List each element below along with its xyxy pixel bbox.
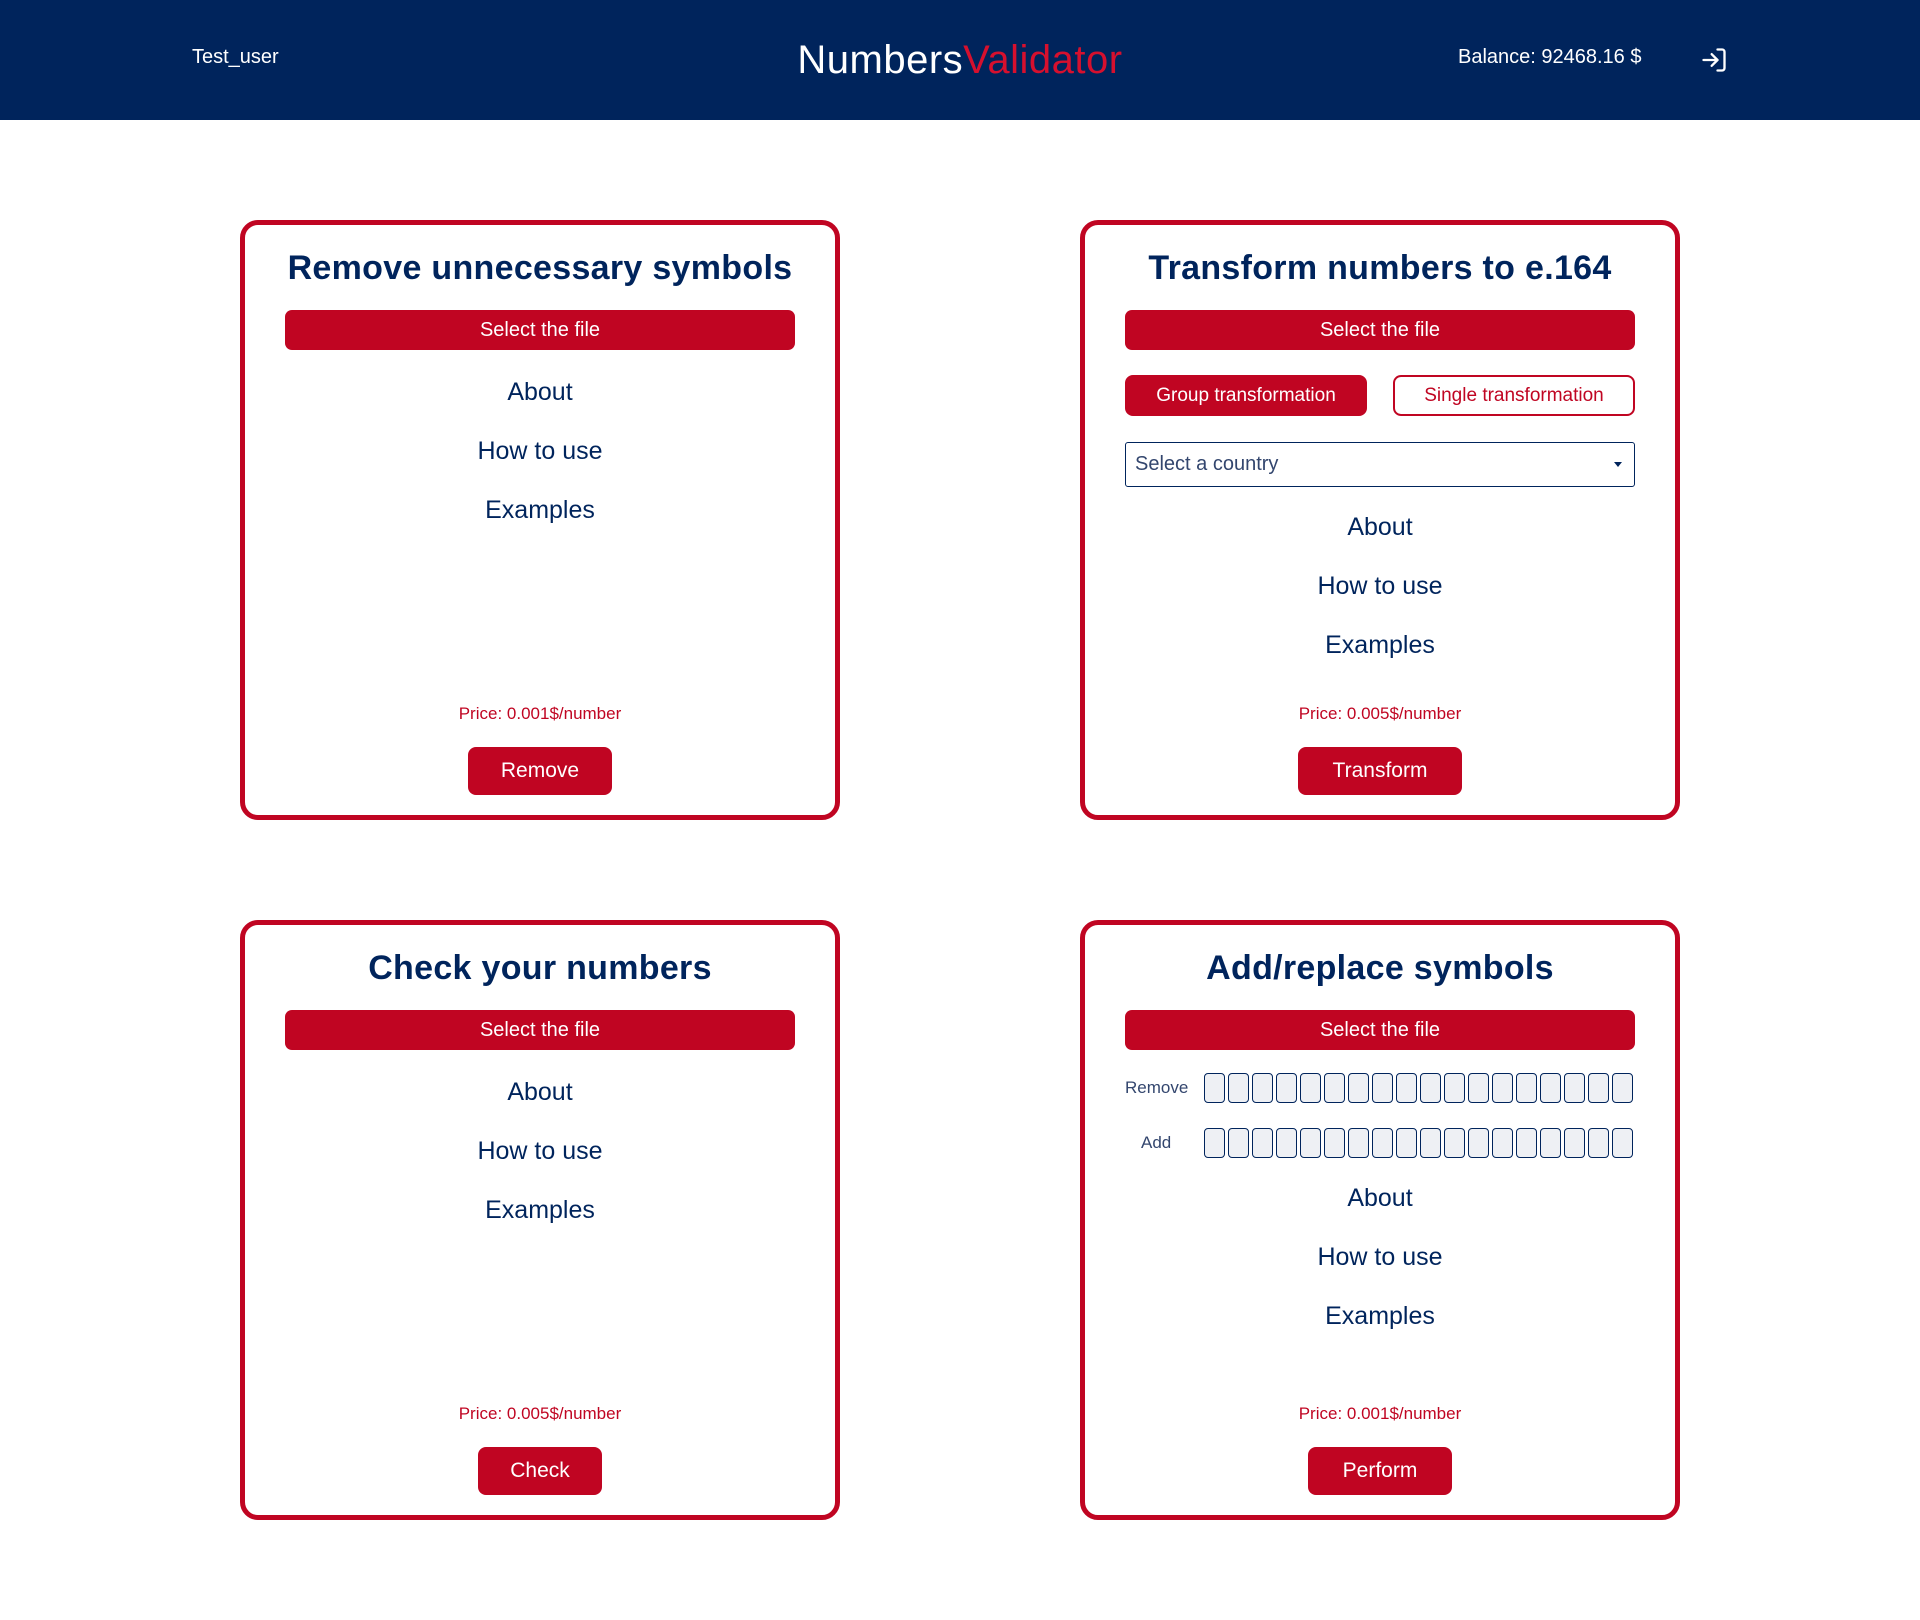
add-symbol-input[interactable] <box>1204 1128 1225 1158</box>
select-file-button[interactable]: Select the file <box>285 310 795 350</box>
remove-symbols-label: Remove <box>1125 1078 1189 1097</box>
remove-symbol-input[interactable] <box>1516 1073 1537 1103</box>
remove-symbol-input[interactable] <box>1468 1073 1489 1103</box>
remove-symbol-input[interactable] <box>1588 1073 1609 1103</box>
examples-link[interactable]: Examples <box>1085 631 1675 660</box>
perform-button[interactable]: Perform <box>1308 1447 1452 1495</box>
price-label: Price: 0.005$/number <box>458 1404 622 1423</box>
examples-link[interactable]: Examples <box>245 496 835 525</box>
check-button[interactable]: Check <box>478 1447 602 1495</box>
top-header: Test_user NumbersValidator Balance: 9246… <box>0 0 1920 120</box>
about-link[interactable]: About <box>245 1078 835 1107</box>
select-file-button[interactable]: Select the file <box>1125 310 1635 350</box>
add-symbols-label: Add <box>1141 1133 1172 1152</box>
logo-part-numbers: Numbers <box>797 38 964 82</box>
select-file-button[interactable]: Select the file <box>285 1010 795 1050</box>
card-title: Check your numbers <box>368 949 712 987</box>
add-symbol-input[interactable] <box>1420 1128 1441 1158</box>
add-symbol-input[interactable] <box>1612 1128 1633 1158</box>
country-select-placeholder: Select a country <box>1135 453 1279 475</box>
about-link[interactable]: About <box>1085 1184 1675 1213</box>
remove-symbol-input[interactable] <box>1348 1073 1369 1103</box>
card-title: Add/replace symbols <box>1206 949 1554 987</box>
price-label: Price: 0.001$/number <box>1298 1404 1462 1423</box>
remove-button[interactable]: Remove <box>468 747 612 795</box>
add-symbol-input[interactable] <box>1468 1128 1489 1158</box>
transform-button[interactable]: Transform <box>1298 747 1462 795</box>
add-symbol-input[interactable] <box>1372 1128 1393 1158</box>
remove-symbol-input[interactable] <box>1252 1073 1273 1103</box>
examples-link[interactable]: Examples <box>245 1196 835 1225</box>
remove-symbol-input[interactable] <box>1540 1073 1561 1103</box>
logo-part-validator: Validator <box>963 38 1123 82</box>
remove-symbol-input[interactable] <box>1228 1073 1249 1103</box>
country-select[interactable]: Select a country <box>1125 442 1635 487</box>
balance-display: Balance: 92468.16 $ <box>1458 46 1642 68</box>
select-file-button[interactable]: Select the file <box>1125 1010 1635 1050</box>
about-link[interactable]: About <box>1085 513 1675 542</box>
how-to-use-link[interactable]: How to use <box>245 437 835 466</box>
caret-down-icon <box>1614 462 1622 467</box>
add-symbol-input[interactable] <box>1588 1128 1609 1158</box>
card-check-numbers: Check your numbers Select the file About… <box>240 920 840 1520</box>
add-symbol-input[interactable] <box>1300 1128 1321 1158</box>
add-symbol-input[interactable] <box>1228 1128 1249 1158</box>
logout-icon[interactable] <box>1700 46 1728 74</box>
add-symbol-input[interactable] <box>1348 1128 1369 1158</box>
add-symbol-input[interactable] <box>1444 1128 1465 1158</box>
remove-symbol-input[interactable] <box>1564 1073 1585 1103</box>
add-symbol-input[interactable] <box>1540 1128 1561 1158</box>
tab-group-transformation[interactable]: Group transformation <box>1125 375 1367 416</box>
price-label: Price: 0.001$/number <box>458 704 622 723</box>
how-to-use-link[interactable]: How to use <box>1085 1243 1675 1272</box>
add-symbol-input[interactable] <box>1516 1128 1537 1158</box>
how-to-use-link[interactable]: How to use <box>245 1137 835 1166</box>
add-symbol-input[interactable] <box>1492 1128 1513 1158</box>
add-symbol-input[interactable] <box>1252 1128 1273 1158</box>
tab-single-transformation[interactable]: Single transformation <box>1393 375 1635 416</box>
about-link[interactable]: About <box>245 378 835 407</box>
remove-symbol-input[interactable] <box>1276 1073 1297 1103</box>
remove-symbol-input[interactable] <box>1420 1073 1441 1103</box>
card-add-replace-symbols: Add/replace symbols Select the file Remo… <box>1080 920 1680 1520</box>
remove-symbol-input[interactable] <box>1612 1073 1633 1103</box>
card-title: Transform numbers to e.164 <box>1148 249 1612 287</box>
remove-symbol-input[interactable] <box>1396 1073 1417 1103</box>
examples-link[interactable]: Examples <box>1085 1302 1675 1331</box>
add-symbol-input[interactable] <box>1276 1128 1297 1158</box>
card-transform-e164: Transform numbers to e.164 Select the fi… <box>1080 220 1680 820</box>
remove-symbol-input[interactable] <box>1204 1073 1225 1103</box>
how-to-use-link[interactable]: How to use <box>1085 572 1675 601</box>
add-symbol-input[interactable] <box>1564 1128 1585 1158</box>
add-symbol-input[interactable] <box>1396 1128 1417 1158</box>
card-title: Remove unnecessary symbols <box>287 249 793 287</box>
price-label: Price: 0.005$/number <box>1298 704 1462 723</box>
remove-symbol-input[interactable] <box>1372 1073 1393 1103</box>
add-symbols-row <box>1204 1128 1633 1158</box>
remove-symbol-input[interactable] <box>1300 1073 1321 1103</box>
remove-symbol-input[interactable] <box>1444 1073 1465 1103</box>
card-remove-symbols: Remove unnecessary symbols Select the fi… <box>240 220 840 820</box>
remove-symbols-row <box>1204 1073 1633 1103</box>
add-symbol-input[interactable] <box>1324 1128 1345 1158</box>
remove-symbol-input[interactable] <box>1492 1073 1513 1103</box>
remove-symbol-input[interactable] <box>1324 1073 1345 1103</box>
